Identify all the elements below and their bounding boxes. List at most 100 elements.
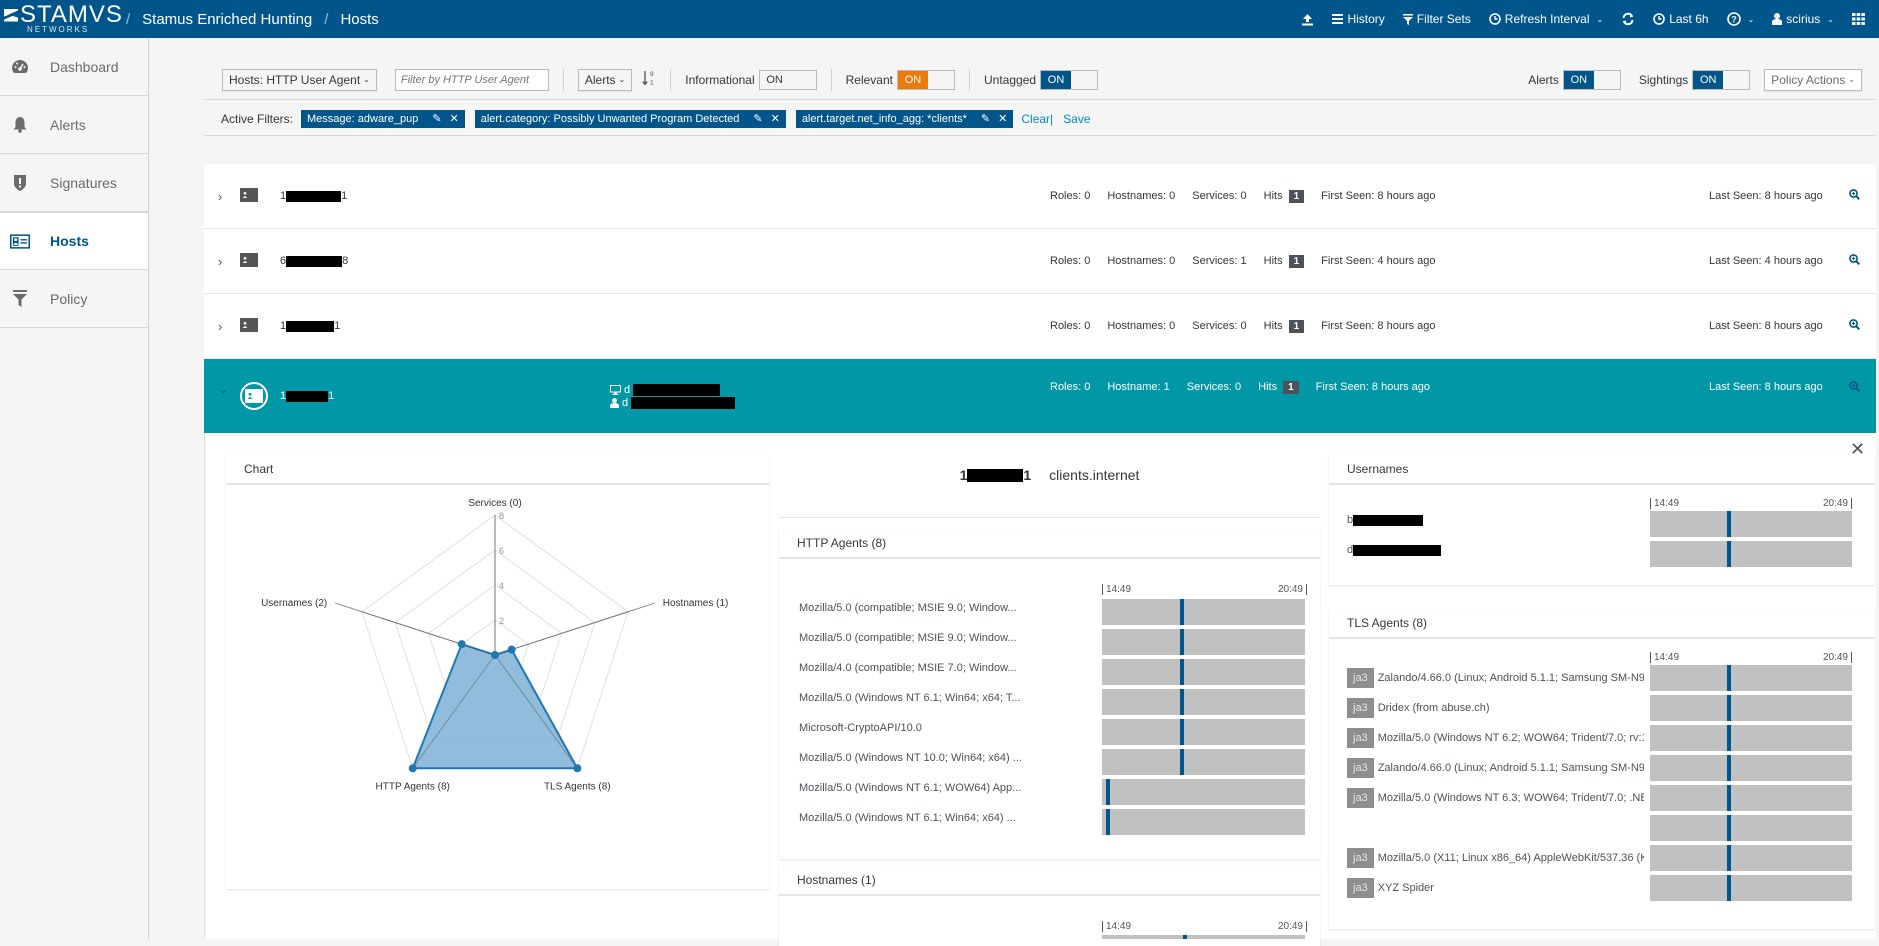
- chevron-right-icon[interactable]: ›: [218, 189, 222, 204]
- pencil-icon[interactable]: ✎: [753, 112, 762, 125]
- hostnames-count: Hostnames: 0: [1107, 190, 1176, 202]
- timeline-item: Mozilla/4.0 (compatible; MSIE 7.0; Windo…: [799, 662, 1039, 674]
- timeline-item: Mozilla/5.0 (Windows NT 10.0; Win64; x64…: [799, 752, 1039, 764]
- chevron-down-icon: ⌄: [1827, 14, 1834, 24]
- policy-actions-dropdown[interactable]: Policy Actions ⌄: [1764, 68, 1862, 91]
- host-row[interactable]: ⌄ 11 d d Roles: 0 Hostname: 1 Services: …: [204, 359, 1876, 433]
- help-icon: ?: [1726, 12, 1741, 26]
- apps-grid-button[interactable]: [1852, 13, 1865, 25]
- sidebar-item-policy[interactable]: Policy: [0, 270, 148, 328]
- untagged-toggle[interactable]: ON: [1040, 69, 1099, 90]
- timeline-mark: [1179, 719, 1184, 745]
- time-range-button[interactable]: Last 6h: [1653, 12, 1709, 26]
- time-range-label: Last 6h: [1669, 12, 1709, 26]
- host-ip[interactable]: 68: [280, 255, 348, 267]
- host-ip[interactable]: 11: [280, 390, 334, 402]
- host-ip[interactable]: 11: [280, 190, 347, 202]
- clear-filters-link[interactable]: Clear: [1021, 112, 1050, 126]
- relevant-toggle[interactable]: ON: [897, 69, 955, 90]
- net-info: clients.internet: [1049, 467, 1140, 483]
- host-row[interactable]: › 68 Roles: 0 Hostnames: 0 Services: 1 H…: [204, 229, 1876, 294]
- chevron-right-icon[interactable]: ›: [218, 319, 222, 334]
- toggle-state: ON: [1693, 70, 1724, 89]
- hosts-type-dropdown[interactable]: Hosts: HTTP User Agent ⌄: [222, 68, 377, 91]
- roles-count: Roles: 0: [1050, 381, 1091, 393]
- filter-sets-label: Filter Sets: [1416, 12, 1471, 26]
- timeline-mark: [1727, 845, 1732, 871]
- timeline-bar: [1102, 935, 1305, 939]
- sort-dropdown[interactable]: Alerts ⌄: [577, 68, 633, 91]
- timeline-mark: [1179, 659, 1184, 685]
- refresh-interval-dropdown[interactable]: Refresh Interval ⌄: [1488, 12, 1603, 26]
- breadcrumb-page: Hosts: [340, 10, 379, 28]
- agent-label: Microsoft-CryptoAPI/10.0: [799, 722, 922, 734]
- host-ip: 11: [960, 467, 1032, 483]
- filter-icon: [10, 289, 30, 308]
- hits-label: Hits: [1263, 255, 1283, 267]
- timeline-axis: 14:49 20:49: [1102, 921, 1307, 932]
- filter-chip[interactable]: Message: adware_pup ✎ ✕: [301, 109, 465, 128]
- sidebar-item-dashboard[interactable]: Dashboard: [0, 38, 148, 96]
- host-row[interactable]: › 11 Roles: 0 Hostnames: 0 Services: 0 H…: [204, 164, 1876, 229]
- redacted-block: [286, 190, 342, 202]
- host-ip[interactable]: 11: [280, 320, 340, 332]
- zoom-in-icon[interactable]: [1849, 189, 1861, 203]
- chevron-down-icon[interactable]: ⌄: [218, 381, 229, 397]
- informational-toggle[interactable]: ON: [758, 69, 817, 90]
- user-dropdown[interactable]: scirius ⌄: [1772, 12, 1834, 26]
- upload-button[interactable]: [1301, 13, 1314, 26]
- filter-chip[interactable]: alert.target.net_info_agg: *clients* ✎ ✕: [795, 109, 1014, 128]
- zoom-in-icon[interactable]: [1849, 381, 1861, 395]
- hits: Hits 1: [1263, 255, 1305, 268]
- host-row[interactable]: › 11 Roles: 0 Hostnames: 0 Services: 0 H…: [204, 294, 1876, 359]
- sidebar-item-label: Signatures: [50, 174, 117, 191]
- agent-label: Mozilla/5.0 (Windows NT 6.1; Win64; x64;…: [799, 692, 1021, 704]
- id-card-icon: [240, 317, 258, 335]
- zoom-in-icon[interactable]: [1849, 319, 1861, 333]
- filter-chip[interactable]: alert.category: Possibly Unwanted Progra…: [474, 109, 786, 128]
- sidebar-item-alerts[interactable]: Alerts: [0, 96, 148, 154]
- sidebar-item-signatures[interactable]: Signatures: [0, 154, 148, 212]
- help-dropdown[interactable]: ? ⌄: [1726, 12, 1754, 26]
- close-icon[interactable]: ✕: [998, 112, 1007, 125]
- sidebar-item-hosts[interactable]: Hosts: [0, 212, 148, 270]
- ja3-badge: ja3: [1347, 878, 1374, 898]
- breadcrumb-app[interactable]: Stamus Enriched Hunting: [142, 11, 312, 28]
- refresh-icon: [1622, 12, 1634, 26]
- stamus-logo[interactable]: STAMVS NETWORKS: [4, 3, 122, 34]
- radar-point: [457, 640, 466, 649]
- username-entry: d: [610, 396, 736, 409]
- relevant-label: Relevant: [845, 72, 893, 87]
- hits-badge: 1: [1288, 190, 1305, 203]
- timeline-bar: [1102, 689, 1305, 715]
- timeline-bar: [1650, 875, 1852, 901]
- first-seen: First Seen: 4 hours ago: [1321, 255, 1436, 267]
- close-icon[interactable]: ✕: [771, 112, 780, 125]
- sort-order-button[interactable]: 91: [642, 70, 656, 89]
- pencil-icon[interactable]: ✎: [432, 112, 441, 125]
- history-button[interactable]: History: [1332, 12, 1385, 26]
- timeline-bar: [1650, 815, 1852, 841]
- host-stats: Roles: 0 Hostnames: 0 Services: 0 Hits 1 …: [1050, 190, 1436, 203]
- alerts-toggle[interactable]: ON: [1562, 69, 1621, 90]
- hits-label: Hits: [1258, 381, 1278, 393]
- zoom-in-icon[interactable]: [1849, 254, 1861, 268]
- services-count: Services: 0: [1186, 381, 1242, 393]
- radar-category-label: Hostnames (1): [663, 598, 729, 609]
- timeline-bar: [1102, 659, 1305, 685]
- ip-prefix: 1: [959, 467, 968, 483]
- chevron-right-icon[interactable]: ›: [218, 254, 222, 269]
- divider: [830, 68, 832, 91]
- host-identities: d d: [610, 383, 736, 409]
- alerts-label: Alerts: [1528, 72, 1559, 87]
- save-filters-link[interactable]: Save: [1063, 112, 1090, 126]
- pencil-icon[interactable]: ✎: [981, 112, 990, 125]
- redacted-block: [631, 396, 736, 409]
- filter-sets-button[interactable]: Filter Sets: [1402, 12, 1471, 26]
- sightings-toggle[interactable]: ON: [1692, 69, 1751, 90]
- close-icon[interactable]: ✕: [450, 112, 459, 125]
- chevron-down-icon: ⌄: [1848, 75, 1855, 84]
- user-agent-filter-input[interactable]: [394, 68, 549, 91]
- refresh-button[interactable]: [1621, 12, 1635, 26]
- host-stats: Roles: 0 Hostname: 1 Services: 0 Hits 1 F…: [1050, 381, 1430, 394]
